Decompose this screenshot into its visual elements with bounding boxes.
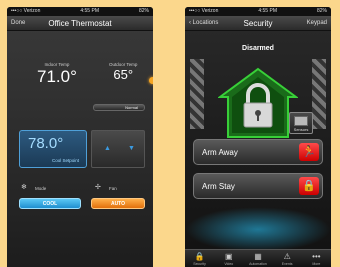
outdoor-temp-value: 65°	[113, 67, 134, 82]
time-text: 4:55 PM	[80, 8, 99, 14]
lock-icon: 🔒	[194, 251, 205, 261]
schedule-mode-pill[interactable]: Normal	[93, 104, 145, 111]
battery-text: 82%	[138, 8, 149, 14]
locations-label: Locations	[192, 20, 219, 26]
mode-label: Mode	[35, 186, 47, 191]
outdoor-temp: Outdoor Temp 65°	[109, 62, 137, 82]
tab-video[interactable]: ▣ Video	[217, 252, 241, 266]
warning-icon: ⚠	[283, 251, 291, 261]
done-button[interactable]: Done	[11, 20, 25, 26]
carrier-text: •••○○ Verizon	[11, 8, 41, 14]
running-person-icon: 🏃	[299, 143, 319, 161]
lock-icon: 🔒	[299, 177, 319, 195]
increase-arrow-icon[interactable]: ▲	[104, 145, 111, 152]
sensors-button[interactable]: Sensors	[289, 112, 313, 134]
page-title: Office Thermostat	[48, 18, 112, 28]
nav-bar: Done Office Thermostat	[7, 16, 153, 31]
arm-away-label: Arm Away	[202, 148, 238, 157]
decrease-arrow-icon[interactable]: ▼	[128, 145, 135, 152]
setpoint-label: Cool Setpoint	[52, 158, 80, 163]
blue-glow	[185, 207, 331, 252]
status-bar: •••○○ Verizon 4:55 PM 82%	[185, 7, 331, 16]
sun-icon	[149, 77, 153, 84]
snowflake-icon: ❄	[21, 184, 27, 191]
arm-away-button[interactable]: Arm Away 🏃	[193, 139, 323, 165]
sensor-grid-icon	[294, 116, 308, 126]
carrier-text: •••○○ Verizon	[189, 8, 219, 14]
right-hazard-stripe	[312, 59, 326, 129]
tab-bar: 🔒 Security ▣ Video ▦ Automation ⚠ Events •••…	[185, 249, 331, 267]
fan-auto-button[interactable]: AUTO	[91, 198, 145, 209]
more-icon: •••	[312, 251, 321, 261]
thermostat-screen: •••○○ Verizon 4:55 PM 82% Done Office Th…	[7, 7, 153, 267]
tab-security[interactable]: 🔒 Security	[188, 252, 212, 266]
mode-cool-button[interactable]: COOL	[19, 198, 81, 209]
security-screen: •••○○ Verizon 4:55 PM 82% ‹ Locations Se…	[185, 7, 331, 267]
locations-back-button[interactable]: ‹ Locations	[189, 20, 218, 26]
indoor-temp: Indoor Temp 71.0°	[37, 62, 77, 87]
arm-stay-button[interactable]: Arm Stay 🔒	[193, 173, 323, 199]
keypad-button[interactable]: Keypad	[307, 20, 327, 26]
sensors-label: Sensors	[293, 127, 309, 132]
house-lock-icon	[218, 67, 298, 138]
security-state: Disarmed	[242, 45, 274, 52]
camera-icon: ▣	[225, 251, 233, 261]
status-bar: •••○○ Verizon 4:55 PM 82%	[7, 7, 153, 16]
tab-events[interactable]: ⚠ Events	[275, 252, 299, 266]
battery-text: 82%	[316, 8, 327, 14]
nav-bar: ‹ Locations Security Keypad	[185, 16, 331, 31]
time-text: 4:55 PM	[258, 8, 277, 14]
setpoint-value: 78.0°	[28, 135, 64, 152]
automation-icon: ▦	[254, 251, 262, 261]
fan-label: Fan	[109, 186, 117, 191]
fan-icon: ✢	[95, 184, 101, 191]
arm-stay-label: Arm Stay	[202, 182, 235, 191]
indoor-temp-value: 71.0°	[37, 67, 77, 86]
setpoint-panel: 78.0° Cool Setpoint	[19, 130, 87, 168]
tab-automation[interactable]: ▦ Automation	[246, 252, 270, 266]
tab-more[interactable]: ••• More	[304, 252, 328, 266]
left-hazard-stripe	[190, 59, 204, 129]
setpoint-stepper: ▲ ▼	[91, 130, 145, 168]
